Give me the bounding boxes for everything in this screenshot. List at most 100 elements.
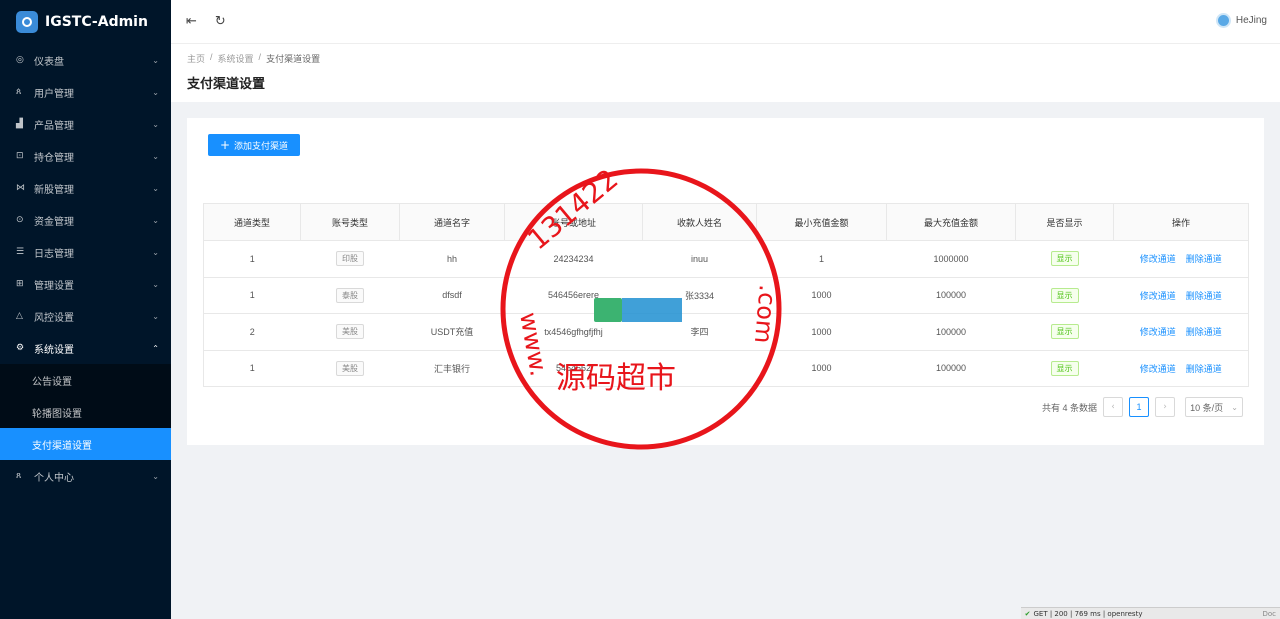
show-status-tag: 显示 <box>1050 251 1079 267</box>
chevron-down-icon: ⌄ <box>152 279 159 289</box>
debug-status-bar: ✔ GET | 200 | 769 ms | openresty Doc <box>1020 607 1280 619</box>
menu-fold-icon[interactable]: ⇤ <box>186 14 197 29</box>
account-type-tag: 印股 <box>336 251 364 267</box>
table-row: 2 美股 USDT充值 tx4546gfhgfjfhj 李四 1000 1000… <box>203 313 1249 351</box>
log-icon: ☰ <box>16 247 25 257</box>
sidebar-item-label: 风控设置 <box>34 312 74 324</box>
cell-max: 100000 <box>886 350 1016 387</box>
cell-account: 24234234 <box>504 240 643 278</box>
content-card: + 添加支付渠道 通道类型 账号类型 通道名字 账号或地址 收款人姓名 最小充值… <box>187 118 1264 445</box>
avatar <box>1215 13 1231 28</box>
cell-min: 1000 <box>756 277 887 314</box>
column-header: 操作 <box>1113 203 1249 241</box>
show-status-tag: 显示 <box>1050 360 1079 376</box>
breadcrumb-home[interactable]: 主页 <box>187 52 205 65</box>
breadcrumb-separator: / <box>258 52 262 62</box>
column-header: 账号或地址 <box>504 203 643 241</box>
table-row: 1 泰股 dfsdf 546456erere 张3334 1000 100000… <box>203 277 1249 314</box>
position-icon: ⊡ <box>16 151 24 161</box>
submenu-item-payment-channel[interactable]: 支付渠道设置 <box>0 428 171 460</box>
delete-channel-link[interactable]: 删除通道 <box>1186 291 1222 301</box>
app-logo[interactable]: IGSTC-Admin <box>0 0 171 44</box>
top-header: ⇤ ↻ HeJing <box>171 0 1280 44</box>
chart-icon: ▟ <box>16 119 23 129</box>
chevron-down-icon: ⌄ <box>152 183 159 193</box>
column-header: 通道类型 <box>203 203 301 241</box>
cell-account: tx4546gfhgfjfhj <box>504 313 643 351</box>
sidebar-item-profile[interactable]: ጸ 个人中心 ⌄ <box>0 460 171 492</box>
cell-type: 1 <box>203 277 301 314</box>
cell-payee: inuu <box>642 240 757 278</box>
page-number[interactable]: 1 <box>1129 397 1149 417</box>
cell-show: 显示 <box>1015 277 1114 314</box>
submenu-item-carousel[interactable]: 轮播图设置 <box>0 396 171 428</box>
next-page-button[interactable]: › <box>1155 397 1175 417</box>
page-title: 支付渠道设置 <box>187 76 266 91</box>
pagination: 共有 4 条数据 ‹ 1 › 10 条/页 ⌄ <box>1042 397 1243 417</box>
user-name: HeJing <box>1235 15 1267 26</box>
chevron-down-icon: ⌄ <box>152 119 159 129</box>
delete-channel-link[interactable]: 删除通道 <box>1186 327 1222 337</box>
cell-account: 546456erere <box>504 277 643 314</box>
cell-max: 100000 <box>886 313 1016 351</box>
cell-show: 显示 <box>1015 313 1114 351</box>
prev-page-button[interactable]: ‹ <box>1103 397 1123 417</box>
edit-channel-link[interactable]: 修改通道 <box>1140 291 1176 301</box>
add-button-label: 添加支付渠道 <box>234 140 289 151</box>
user-menu[interactable]: HeJing <box>1215 13 1267 28</box>
check-icon: ✔ <box>1024 609 1031 618</box>
page-header: 主页 / 系统设置 / 支付渠道设置 支付渠道设置 <box>171 44 1280 102</box>
sidebar-item-label: 日志管理 <box>34 248 74 260</box>
page-size-select[interactable]: 10 条/页 ⌄ <box>1185 397 1243 417</box>
page-size-value: 10 条/页 <box>1190 402 1224 413</box>
sidebar-item-label: 新股管理 <box>34 184 74 196</box>
breadcrumb-section[interactable]: 系统设置 <box>218 52 254 65</box>
submenu-item-notice[interactable]: 公告设置 <box>0 364 171 396</box>
cell-show: 显示 <box>1015 240 1114 278</box>
sidebar-item-funds[interactable]: ⊙ 资金管理 ⌄ <box>0 204 171 236</box>
edit-channel-link[interactable]: 修改通道 <box>1140 327 1176 337</box>
logo-icon <box>16 11 38 33</box>
sidebar-item-logs[interactable]: ☰ 日志管理 ⌄ <box>0 236 171 268</box>
sidebar: IGSTC-Admin ◎ 仪表盘 ⌄ ጰ 用户管理 ⌄ ▟ 产品管理 ⌄ ⊡ … <box>0 0 171 619</box>
column-header: 账号类型 <box>300 203 400 241</box>
cell-min: 1000 <box>756 350 887 387</box>
breadcrumb: 主页 / 系统设置 / 支付渠道设置 <box>187 52 1280 65</box>
column-header: 是否显示 <box>1015 203 1114 241</box>
sidebar-item-label: 用户管理 <box>34 88 74 100</box>
cell-account-type: 泰股 <box>300 277 400 314</box>
breadcrumb-current: 支付渠道设置 <box>266 54 321 64</box>
cell-actions: 修改通道 删除通道 <box>1113 240 1249 278</box>
edit-channel-link[interactable]: 修改通道 <box>1140 254 1176 264</box>
payment-channel-table: 通道类型 账号类型 通道名字 账号或地址 收款人姓名 最小充值金额 最大充值金额… <box>203 203 1249 387</box>
account-type-tag: 美股 <box>336 324 364 340</box>
cell-payee <box>642 350 757 387</box>
sidebar-item-positions[interactable]: ⊡ 持仓管理 ⌄ <box>0 140 171 172</box>
sidebar-item-label: 持仓管理 <box>34 152 74 164</box>
sidebar-item-ipo[interactable]: ⋈ 新股管理 ⌄ <box>0 172 171 204</box>
delete-channel-link[interactable]: 删除通道 <box>1186 254 1222 264</box>
chevron-down-icon: ⌄ <box>152 311 159 321</box>
sidebar-item-label: 系统设置 <box>34 344 74 356</box>
account-type-tag: 美股 <box>336 360 364 376</box>
chevron-down-icon: ⌄ <box>152 87 159 97</box>
edit-channel-link[interactable]: 修改通道 <box>1140 364 1176 374</box>
sidebar-item-manage[interactable]: ⊞ 管理设置 ⌄ <box>0 268 171 300</box>
delete-channel-link[interactable]: 删除通道 <box>1186 364 1222 374</box>
sidebar-item-system[interactable]: ⚙ 系统设置 ⌃ <box>0 332 171 364</box>
cell-name: dfsdf <box>399 277 505 314</box>
refresh-icon[interactable]: ↻ <box>215 14 226 29</box>
account-type-tag: 泰股 <box>336 287 364 303</box>
cell-min: 1000 <box>756 313 887 351</box>
cell-min: 1 <box>756 240 887 278</box>
users-icon: ጰ <box>16 87 22 97</box>
cell-name: hh <box>399 240 505 278</box>
cell-actions: 修改通道 删除通道 <box>1113 350 1249 387</box>
add-payment-channel-button[interactable]: + 添加支付渠道 <box>208 134 300 156</box>
sidebar-item-risk[interactable]: △ 风控设置 ⌄ <box>0 300 171 332</box>
pagination-total: 共有 4 条数据 <box>1041 402 1097 413</box>
sidebar-item-products[interactable]: ▟ 产品管理 ⌄ <box>0 108 171 140</box>
sidebar-item-dashboard[interactable]: ◎ 仪表盘 ⌄ <box>0 44 171 76</box>
cell-type: 1 <box>203 350 301 387</box>
sidebar-item-users[interactable]: ጰ 用户管理 ⌄ <box>0 76 171 108</box>
